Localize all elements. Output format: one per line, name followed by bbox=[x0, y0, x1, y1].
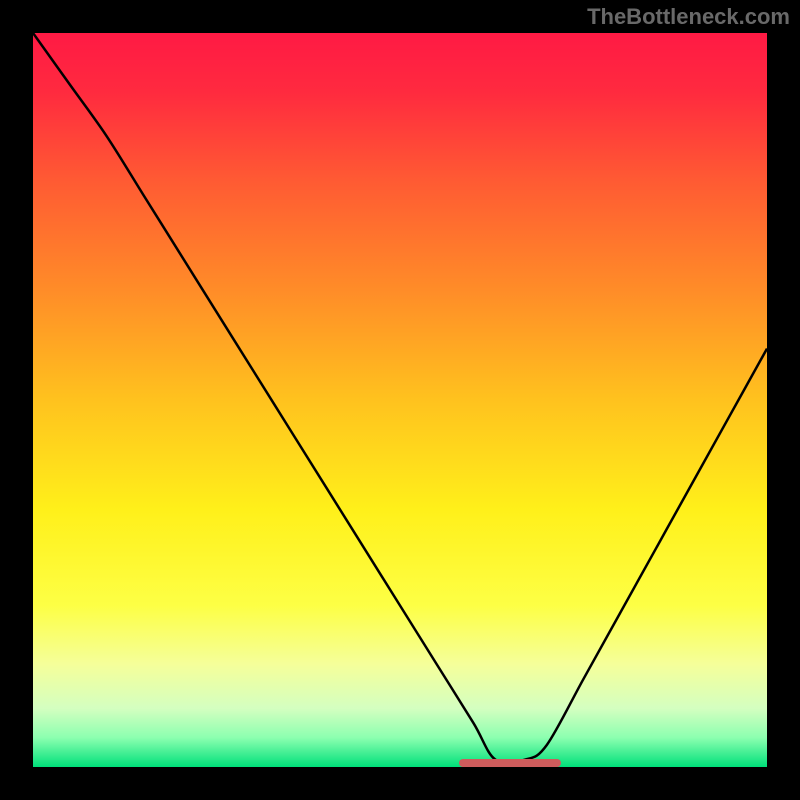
optimal-marker bbox=[459, 759, 562, 767]
plot-area bbox=[33, 33, 767, 767]
bottleneck-curve bbox=[33, 33, 767, 763]
chart-container: TheBottleneck.com bbox=[0, 0, 800, 800]
watermark-text: TheBottleneck.com bbox=[587, 4, 790, 30]
curve-layer bbox=[33, 33, 767, 767]
